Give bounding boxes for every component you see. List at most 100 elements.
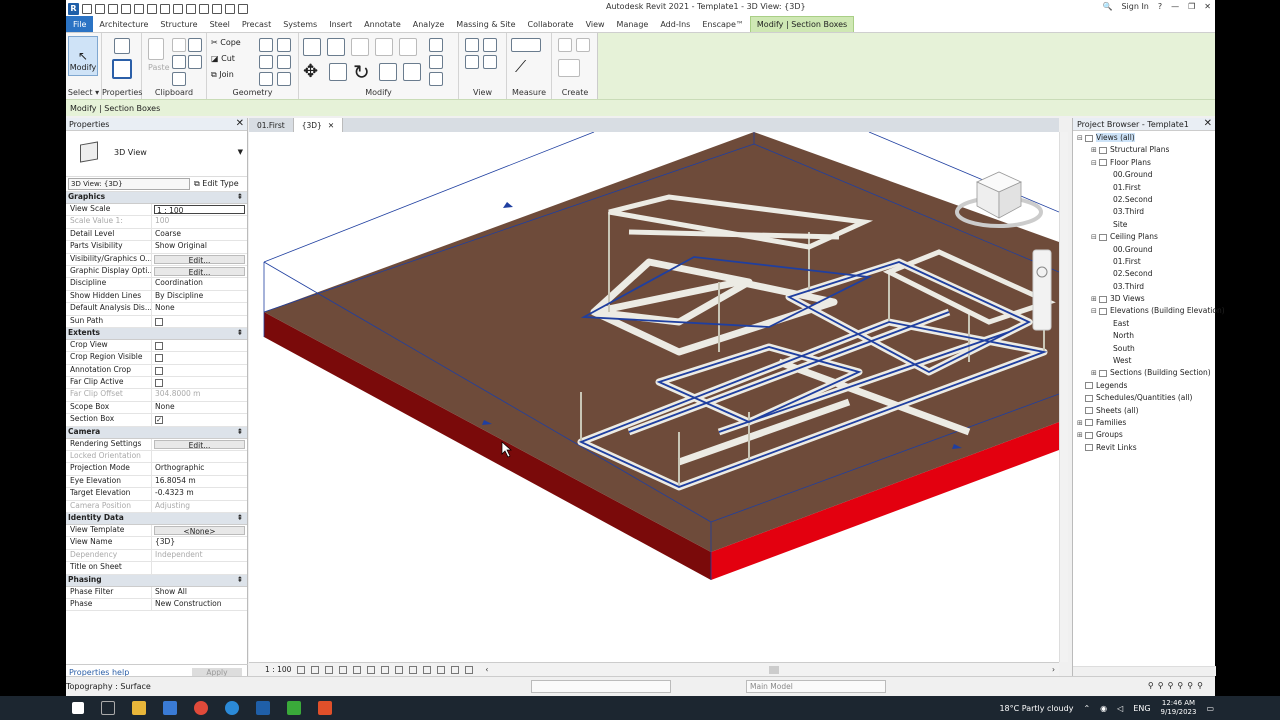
checkbox-icon[interactable] xyxy=(155,366,163,375)
rendering-icon[interactable] xyxy=(353,665,362,674)
copy-clip-icon[interactable] xyxy=(188,38,202,52)
remove-paint-icon[interactable] xyxy=(277,72,291,86)
worksharing-icon[interactable] xyxy=(437,665,446,674)
property-group-header[interactable]: Camera ⇞ xyxy=(66,426,247,439)
paint-icon[interactable] xyxy=(277,55,291,69)
browser-tree-item[interactable]: ⊞ 3D Views xyxy=(1073,294,1215,306)
detail-level-icon[interactable] xyxy=(297,665,306,674)
property-checkbox[interactable] xyxy=(152,365,247,376)
browser-tree-item[interactable]: 02.Second xyxy=(1073,195,1215,207)
property-checkbox[interactable] xyxy=(152,377,247,388)
browser-tree-item[interactable]: 03.Third xyxy=(1073,282,1215,294)
notification-icon[interactable]: ▭ xyxy=(1206,704,1214,713)
ribbon-tab[interactable]: Add-Ins xyxy=(654,16,696,32)
sign-in-link[interactable]: Sign In xyxy=(1121,2,1148,11)
ribbon-tab[interactable]: Modify | Section Boxes xyxy=(749,16,855,32)
camtasia-icon[interactable] xyxy=(287,701,301,715)
print-icon[interactable] xyxy=(147,3,157,14)
collapse-icon[interactable]: ⇞ xyxy=(237,328,243,337)
language-indicator[interactable]: ENG xyxy=(1133,704,1150,713)
property-edit-button[interactable]: Edit... xyxy=(154,439,245,450)
redo-icon[interactable] xyxy=(134,3,144,14)
browser-tree-item[interactable]: West xyxy=(1073,356,1215,368)
dimension-icon[interactable] xyxy=(173,3,183,14)
weather-widget[interactable]: 18°C Partly cloudy xyxy=(999,704,1073,713)
properties-close-icon[interactable]: ✕ xyxy=(236,118,244,129)
trim-extend-icon[interactable] xyxy=(379,63,397,81)
paste-aligned-icon[interactable] xyxy=(188,55,202,69)
browser-tree-item[interactable]: Sheets (all) xyxy=(1073,406,1215,418)
copy-icon[interactable] xyxy=(172,72,186,86)
3d-view-canvas[interactable] xyxy=(249,132,1059,662)
selection-box-icon[interactable] xyxy=(483,55,497,69)
browser-tree-item[interactable]: 00.Ground xyxy=(1073,170,1215,182)
section-icon[interactable] xyxy=(212,3,222,14)
pin-icon[interactable] xyxy=(429,38,443,52)
create-group-icon[interactable] xyxy=(558,59,580,77)
delete-icon[interactable] xyxy=(429,72,443,86)
checkbox-icon[interactable] xyxy=(155,341,163,350)
property-value[interactable]: Coordination xyxy=(152,278,247,289)
sync-icon[interactable] xyxy=(108,3,118,14)
array-icon[interactable] xyxy=(403,63,421,81)
checkbox-icon[interactable]: ✓ xyxy=(155,416,163,425)
browser-tree-item[interactable]: Schedules/Quantities (all) xyxy=(1073,393,1215,405)
minimize-icon[interactable]: — xyxy=(1171,2,1179,11)
undo-icon[interactable] xyxy=(121,3,131,14)
select-panel-label[interactable]: Select ▾ xyxy=(66,88,101,97)
ribbon-tab[interactable]: Structure xyxy=(154,16,203,32)
revit-logo-icon[interactable]: R xyxy=(68,2,79,15)
expand-toggle-icon[interactable]: ⊟ xyxy=(1091,307,1099,315)
split-icon[interactable] xyxy=(399,38,417,56)
modify-button[interactable]: ↖ Modify xyxy=(68,36,98,76)
browser-tree-item[interactable]: ⊞ Sections (Building Section) xyxy=(1073,368,1215,380)
browser-tree-item[interactable]: 02.Second xyxy=(1073,269,1215,281)
help-icon[interactable]: ? xyxy=(1158,2,1162,11)
tray-chevron-icon[interactable]: ⌃ xyxy=(1083,704,1090,713)
rotate-icon[interactable]: ↻ xyxy=(353,60,370,84)
restore-icon[interactable]: ❐ xyxy=(1188,2,1195,11)
expand-toggle-icon[interactable]: ⊞ xyxy=(1091,295,1099,303)
property-checkbox[interactable] xyxy=(152,340,247,351)
mail-icon[interactable] xyxy=(163,701,177,715)
browser-tree-item[interactable]: Site xyxy=(1073,220,1215,232)
browser-tree-item[interactable]: ⊟ Floor Plans xyxy=(1073,158,1215,170)
property-edit-button[interactable]: Edit... xyxy=(154,254,245,264)
paste-icon[interactable] xyxy=(148,38,164,60)
offset-icon[interactable] xyxy=(327,38,345,56)
unlocked-3d-view-icon[interactable] xyxy=(395,665,404,674)
file-explorer-icon[interactable] xyxy=(132,701,146,715)
ribbon-tab[interactable]: Analyze xyxy=(407,16,451,32)
text-icon[interactable] xyxy=(186,3,196,14)
scroll-right-icon[interactable]: › xyxy=(1052,665,1055,674)
workset-filter[interactable] xyxy=(531,680,671,693)
navigation-bar[interactable] xyxy=(1032,249,1052,331)
collapse-icon[interactable]: ⇞ xyxy=(237,427,243,436)
cope-button[interactable]: ✂ Cope xyxy=(211,38,241,47)
property-group-header[interactable]: Extents ⇞ xyxy=(66,327,247,340)
view-instance-select[interactable]: 3D View: {3D} xyxy=(68,178,190,190)
thin-lines-icon[interactable] xyxy=(225,3,235,14)
browser-tree-item[interactable]: 00.Ground xyxy=(1073,245,1215,257)
ribbon-tab[interactable]: Annotate xyxy=(358,16,407,32)
properties-icon[interactable] xyxy=(112,59,132,79)
windows-start-icon[interactable] xyxy=(72,702,84,714)
type-selector[interactable]: 3D View ▼ xyxy=(66,131,247,177)
type-properties-icon[interactable] xyxy=(114,38,130,54)
browser-tree-item[interactable]: ⊞ Groups xyxy=(1073,430,1215,442)
project-browser-close-icon[interactable]: ✕ xyxy=(1204,118,1212,129)
property-value[interactable]: New Construction xyxy=(152,599,247,610)
shadows-icon[interactable] xyxy=(339,665,348,674)
expand-toggle-icon[interactable]: ⊟ xyxy=(1091,159,1099,167)
cut-clip-icon[interactable] xyxy=(172,38,186,52)
close-tab-icon[interactable]: ✕ xyxy=(328,121,334,130)
document-tab[interactable]: 01.First xyxy=(249,118,294,132)
browser-tree-item[interactable]: 01.First xyxy=(1073,183,1215,195)
collapse-icon[interactable]: ⇞ xyxy=(237,575,243,584)
ribbon-tab[interactable]: Enscape™ xyxy=(696,16,750,32)
collapse-icon[interactable]: ⇞ xyxy=(237,192,243,201)
ribbon-tab[interactable]: Insert xyxy=(323,16,358,32)
sun-path-icon[interactable] xyxy=(325,665,334,674)
edit-type-button[interactable]: ⧉ Edit Type xyxy=(194,179,239,189)
edge-icon[interactable] xyxy=(225,701,239,715)
